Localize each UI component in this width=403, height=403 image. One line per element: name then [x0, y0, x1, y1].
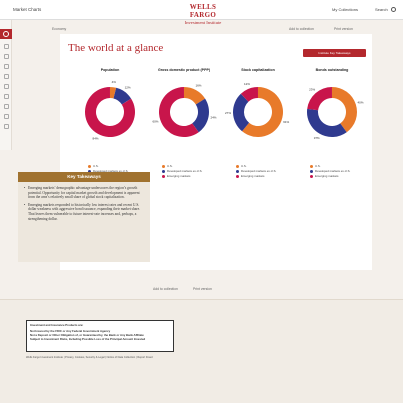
nav-item-grid-icon[interactable] — [3, 84, 9, 89]
add-to-collection-bottom[interactable]: Add to collection — [153, 287, 178, 291]
disclosure-line: Subject to Investment Risks, Including P… — [30, 336, 146, 341]
print-version-bottom[interactable]: Print version — [193, 287, 212, 291]
logo-line-1: WELLS FARGO — [189, 3, 217, 19]
app-title[interactable]: Market Charts — [13, 7, 41, 12]
donut-chart: 40% 37% 23% — [307, 87, 364, 140]
nav-item-chart-icon[interactable] — [3, 44, 9, 49]
institute-key-takeaways-button[interactable]: Institute Key Takeaways — [303, 49, 366, 57]
source-line-2 — [162, 177, 304, 180]
wells-fargo-logo[interactable]: WELLS FARGO Investment Institute — [176, 3, 230, 25]
slice-label-2: 12% — [244, 82, 250, 86]
chart-population: Population 4% 12% 84% — [76, 68, 144, 150]
donut-chart: 61% 27% 12% — [225, 82, 290, 137]
nav-item-clock-icon[interactable] — [3, 104, 9, 109]
my-collections-menu[interactable]: My Collections — [332, 7, 358, 12]
slice-label-0: 40% — [358, 101, 364, 105]
nav-item-info-icon[interactable] — [3, 124, 9, 129]
search-button[interactable]: Search — [375, 7, 388, 12]
slice-label-1: 37% — [314, 136, 320, 140]
globe-icon — [3, 31, 9, 37]
chart-title: Stock capitalization — [241, 68, 275, 72]
takeaway-item: Emerging markets’ demographic advantage … — [24, 186, 144, 200]
breadcrumb: Economy Add to collection Print version — [52, 27, 372, 31]
footer: Investment and Insurance Products are: N… — [0, 299, 403, 403]
chart-title: Gross domestic product (PPP) — [157, 68, 211, 72]
add-to-collection-link[interactable]: Add to collection — [289, 27, 314, 31]
legend-bonds: U.S. Developed markets ex-U.S. Emerging … — [310, 164, 380, 179]
chart-title: Bonds outstanding — [315, 68, 349, 72]
pie-slice-0 — [332, 87, 357, 133]
slice-label-2: 23% — [309, 87, 315, 91]
slice-label-1: 27% — [225, 111, 231, 115]
source-line-1 — [162, 172, 304, 175]
breadcrumb-economy[interactable]: Economy — [52, 27, 66, 31]
top-bar: Market Charts WELLS FARGO Investment Ins… — [0, 0, 403, 25]
nav-item-globe[interactable] — [0, 29, 12, 39]
slice-label-1: 24% — [210, 116, 216, 120]
nav-item-list-icon[interactable] — [3, 64, 9, 69]
left-nav — [0, 20, 12, 150]
logo-line-2: Investment Institute — [184, 19, 222, 25]
legend-item: Emerging markets — [310, 174, 380, 179]
chart-stock-cap: Stock capitalization 61% 27% 12% — [224, 68, 292, 150]
chart-title: Population — [100, 68, 120, 72]
slice-label-0: 16% — [195, 84, 201, 88]
disclosure-heading: Investment and Insurance Products are: — [30, 323, 84, 327]
chart-bonds: Bonds outstanding 40% 37% 23% — [298, 68, 366, 150]
slice-label-2: 84% — [93, 136, 99, 140]
slice-label-2: 60% — [152, 119, 158, 123]
slice-label-0: 61% — [283, 120, 289, 124]
disclosure-box: Investment and Insurance Products are: N… — [26, 320, 174, 352]
nav-item-star-icon[interactable] — [3, 114, 9, 119]
sources-notes — [162, 172, 304, 182]
nav-item-flag-icon[interactable] — [3, 94, 9, 99]
search-icon[interactable] — [391, 7, 396, 12]
key-takeaways-list: Emerging markets’ demographic advantage … — [18, 182, 150, 221]
donut-chart: 16% 24% 60% — [152, 84, 217, 137]
nav-item-doc-icon[interactable] — [3, 74, 9, 79]
page-title: The world at a glance — [68, 42, 164, 54]
donut-chart: 4% 12% 84% — [85, 80, 135, 140]
slice-label-0: 4% — [112, 80, 117, 84]
footer-links[interactable]: Wells Fargo Investment Institute | Priva… — [26, 356, 153, 359]
nav-item-bars-icon[interactable] — [3, 54, 9, 59]
key-takeaways-heading: Key Takeaways — [18, 172, 150, 182]
key-takeaways-panel: Key Takeaways Emerging markets’ demograp… — [18, 172, 150, 262]
print-version-link[interactable]: Print version — [334, 27, 353, 31]
chart-gdp: Gross domestic product (PPP) 16% 24% 60% — [150, 68, 218, 150]
takeaway-item: Emerging markets responded to historical… — [24, 203, 144, 221]
slice-label-1: 12% — [125, 86, 131, 90]
